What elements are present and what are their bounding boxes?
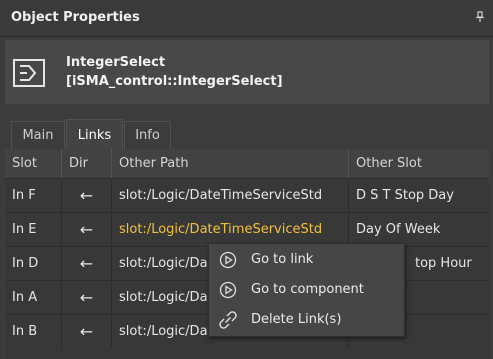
pin-icon[interactable]: [475, 11, 485, 23]
column-header-slot[interactable]: Slot: [5, 149, 62, 178]
slot-cell: In D: [5, 247, 62, 280]
other-slot-cell: Day Of Week: [356, 222, 441, 237]
arrow-left-icon: ←: [62, 179, 112, 212]
slot-cell: In F: [5, 179, 62, 212]
menu-item-go-to-component[interactable]: Go to component: [209, 276, 406, 304]
context-menu: Go to link Go to component Delete Link(s…: [208, 243, 405, 337]
play-circle-icon: [219, 251, 237, 269]
slot-cell: In E: [5, 213, 62, 246]
column-header-other-path[interactable]: Other Path: [112, 149, 349, 178]
tab-links[interactable]: Links: [66, 119, 123, 150]
arrow-left-icon: ←: [62, 281, 112, 314]
menu-item-label: Go to component: [251, 282, 364, 297]
tab-main[interactable]: Main: [11, 121, 65, 150]
object-type: [iSMA_control::IntegerSelect]: [66, 74, 283, 89]
other-path-cell: slot:/Logic/DateTimeServiceStd: [112, 179, 349, 212]
arrow-left-icon: ←: [62, 213, 112, 246]
arrow-left-icon: ←: [62, 247, 112, 280]
other-slot-cell: D S T Stop Day: [356, 188, 454, 203]
arrow-left-icon: ←: [62, 315, 112, 348]
table-row[interactable]: In F ← slot:/Logic/DateTimeServiceStd D …: [5, 178, 489, 212]
tab-info[interactable]: Info: [124, 121, 171, 150]
slot-cell: In B: [5, 315, 62, 348]
other-path-cell: slot:/Logic/DateTimeServiceStd: [112, 213, 349, 246]
panel-titlebar: Object Properties: [0, 0, 493, 37]
unlink-icon: [219, 311, 237, 329]
table-row[interactable]: In E ← slot:/Logic/DateTimeServiceStd Da…: [5, 212, 489, 246]
slot-cell: In A: [5, 281, 62, 314]
object-name: IntegerSelect: [66, 55, 166, 70]
column-header-dir[interactable]: Dir: [62, 149, 112, 178]
menu-item-label: Go to link: [251, 252, 314, 267]
component-icon: [13, 59, 45, 87]
table-header: Slot Dir Other Path Other Slot: [5, 149, 489, 178]
menu-item-delete-links[interactable]: Delete Link(s): [209, 306, 406, 334]
column-header-other-slot[interactable]: Other Slot: [349, 149, 489, 178]
object-header: IntegerSelect [iSMA_control::IntegerSele…: [5, 40, 489, 104]
play-circle-icon: [219, 281, 237, 299]
menu-item-go-to-link[interactable]: Go to link: [209, 246, 406, 274]
menu-item-label: Delete Link(s): [251, 312, 342, 327]
panel-title: Object Properties: [11, 10, 140, 25]
